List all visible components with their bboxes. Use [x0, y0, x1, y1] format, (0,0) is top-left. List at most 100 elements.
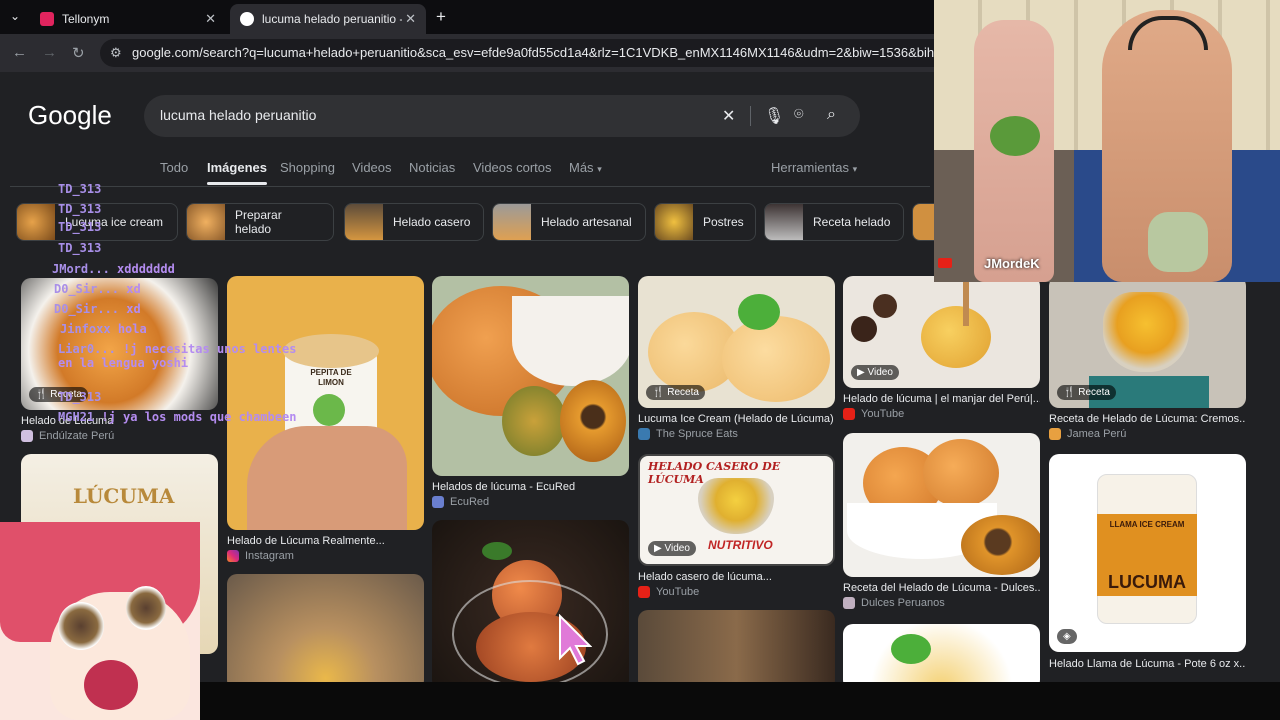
close-tab-icon[interactable]: ✕	[405, 11, 416, 27]
badge-label: Video	[664, 543, 690, 554]
tab-google-search[interactable]: lucuma helado peruanitio - Bus ✕	[230, 4, 426, 34]
chat-username: Liar0...	[58, 342, 116, 356]
chat-username: Jinfoxx	[60, 322, 111, 336]
badge-label: Receta	[667, 387, 699, 398]
reload-icon[interactable]: ↻	[72, 44, 85, 62]
result-source[interactable]: Jamea Perú	[1049, 428, 1126, 440]
tools-button[interactable]: Herramientas ▾	[771, 160, 857, 175]
google-favicon-icon	[240, 12, 254, 26]
chat-line: TD_313	[58, 241, 101, 255]
result-image[interactable]	[432, 520, 629, 690]
result-source[interactable]: YouTube	[843, 408, 904, 420]
image-result-card[interactable]	[432, 520, 629, 690]
result-source[interactable]: The Spruce Eats	[638, 428, 738, 440]
chip-helado-casero[interactable]: Helado casero	[344, 203, 484, 241]
forward-arrow-icon[interactable]: →	[42, 44, 57, 61]
tab-tellonym[interactable]: Tellonym ✕	[30, 4, 226, 34]
chat-line: TD_313	[58, 220, 101, 234]
site-info-icon[interactable]: ⚙	[110, 39, 122, 67]
tab-title: lucuma helado peruanitio - Bus	[262, 12, 402, 26]
tab-videos[interactable]: Videos	[352, 160, 392, 175]
close-tab-icon[interactable]: ✕	[205, 11, 216, 27]
result-image[interactable]: 🍴 Receta	[638, 276, 835, 408]
chat-username: TD_313	[58, 202, 102, 216]
image-result-card[interactable]: Receta del Helado de Lúcuma - Dulces... …	[843, 433, 1040, 613]
chip-postres[interactable]: Postres	[654, 203, 756, 241]
result-image[interactable]	[843, 624, 1040, 690]
result-image[interactable]: 🍴 Receta	[1049, 276, 1246, 408]
chip-label: Helado artesanal	[541, 215, 632, 229]
result-image[interactable]: ▶ Video	[843, 276, 1040, 388]
stream-username: JMordeK	[984, 256, 1040, 271]
image-result-card[interactable]: ▶ Video Helado de lúcuma | el manjar del…	[843, 276, 1040, 426]
result-image[interactable]	[638, 610, 835, 690]
microphone-icon[interactable]: 🎙	[764, 106, 784, 126]
dessert-glass	[698, 478, 774, 534]
result-source[interactable]: Dulces Peruanos	[843, 597, 945, 609]
chip-helado-artesanal[interactable]: Helado artesanal	[492, 203, 646, 241]
chip-receta-helado[interactable]: Receta helado	[764, 203, 904, 241]
tellonym-favicon-icon	[40, 12, 54, 26]
image-result-card[interactable]	[227, 574, 424, 690]
youtube-icon	[938, 258, 952, 268]
result-image[interactable]	[843, 433, 1040, 577]
search-icon[interactable]: ⌕	[827, 106, 836, 124]
image-result-card[interactable]	[638, 610, 835, 690]
result-caption[interactable]: Helados de lúcuma - EcuRed	[432, 481, 629, 493]
search-box[interactable]: lucuma helado peruanitio ✕ 🎙 ⌾ ⌕	[144, 95, 860, 137]
result-source[interactable]: Instagram	[227, 550, 294, 562]
tab-list-chevron-icon[interactable]: ⌄	[10, 9, 20, 23]
result-caption[interactable]: Receta del Helado de Lúcuma - Dulces...	[843, 582, 1040, 594]
result-caption[interactable]: Receta de Helado de Lúcuma: Cremos...	[1049, 413, 1246, 425]
clear-icon[interactable]: ✕	[722, 106, 735, 126]
image-result-card[interactable]: LLAMA ICE CREAM LUCUMA ◈ Helado Llama de…	[1049, 454, 1246, 690]
chat-message: xd	[126, 282, 141, 296]
result-image[interactable]: HELADO CASERO DE LÚCUMA NUTRITIVO ▶ Vide…	[638, 454, 835, 566]
result-caption[interactable]: Helado casero de lúcuma...	[638, 571, 835, 583]
result-caption[interactable]: Lucuma Ice Cream (Helado de Lúcuma)	[638, 413, 835, 425]
result-image[interactable]: PEPITA DE LIMON	[227, 276, 424, 530]
chip-preparar-helado[interactable]: Preparar helado	[186, 203, 334, 241]
tab-shopping[interactable]: Shopping	[280, 160, 335, 175]
chat-line: D0_Sir... xd	[54, 302, 141, 316]
image-result-card[interactable]: Helados de lúcuma - EcuRed EcuRed	[432, 276, 629, 512]
avatar-eye	[126, 586, 166, 630]
chat-username: TD_313	[58, 241, 102, 255]
image-result-card[interactable]	[843, 624, 1040, 690]
badge-label: Receta	[1078, 387, 1110, 398]
tab-mas[interactable]: Más ▾	[569, 160, 602, 175]
google-logo[interactable]: Google	[28, 100, 112, 131]
result-caption[interactable]: Helado Llama de Lúcuma - Pote 6 oz x...	[1049, 658, 1246, 670]
new-tab-icon[interactable]: +	[436, 7, 446, 27]
tab-noticias[interactable]: Noticias	[409, 160, 455, 175]
recipe-badge: 🍴 Receta	[1057, 385, 1116, 400]
avatar-mouth	[84, 660, 138, 710]
chat-username: TD_313	[58, 182, 102, 196]
result-image[interactable]: LLAMA ICE CREAM LUCUMA ◈	[1049, 454, 1246, 652]
result-caption[interactable]: Helado de lúcuma | el manjar del Perú|..…	[843, 393, 1040, 405]
fork-knife-icon: 🍴	[1063, 387, 1076, 398]
dulces-peruanos-favicon-icon	[843, 597, 855, 609]
tab-todo[interactable]: Todo	[160, 160, 188, 175]
lens-camera-icon[interactable]: ⌾	[794, 106, 804, 124]
result-source[interactable]: Endúlzate Perú	[21, 430, 114, 442]
search-input[interactable]: lucuma helado peruanitio	[160, 107, 316, 123]
back-arrow-icon[interactable]: ←	[12, 44, 27, 61]
video-badge: ▶ Video	[851, 365, 899, 380]
result-source[interactable]: EcuRed	[432, 496, 489, 508]
chat-line: TD_313	[58, 182, 101, 196]
chip-thumbnail	[187, 204, 225, 240]
result-image[interactable]	[432, 276, 629, 476]
image-result-card[interactable]: 🍴 Receta Receta de Helado de Lúcuma: Cre…	[1049, 276, 1246, 446]
tab-title: Tellonym	[62, 12, 110, 26]
ice-cream-scoop	[722, 316, 830, 402]
image-result-card[interactable]: 🍴 Receta Lucuma Ice Cream (Helado de Lúc…	[638, 276, 835, 446]
tab-videos-cortos[interactable]: Videos cortos	[473, 160, 552, 175]
result-caption[interactable]: Helado de Lúcuma Realmente...	[227, 535, 424, 547]
mint-leaf	[482, 542, 512, 560]
chip-thumbnail	[493, 204, 531, 240]
image-result-card[interactable]: HELADO CASERO DE LÚCUMA NUTRITIVO ▶ Vide…	[638, 454, 835, 604]
tab-imagenes[interactable]: Imágenes	[207, 160, 267, 185]
result-image[interactable]	[227, 574, 424, 690]
result-source[interactable]: YouTube	[638, 586, 699, 598]
